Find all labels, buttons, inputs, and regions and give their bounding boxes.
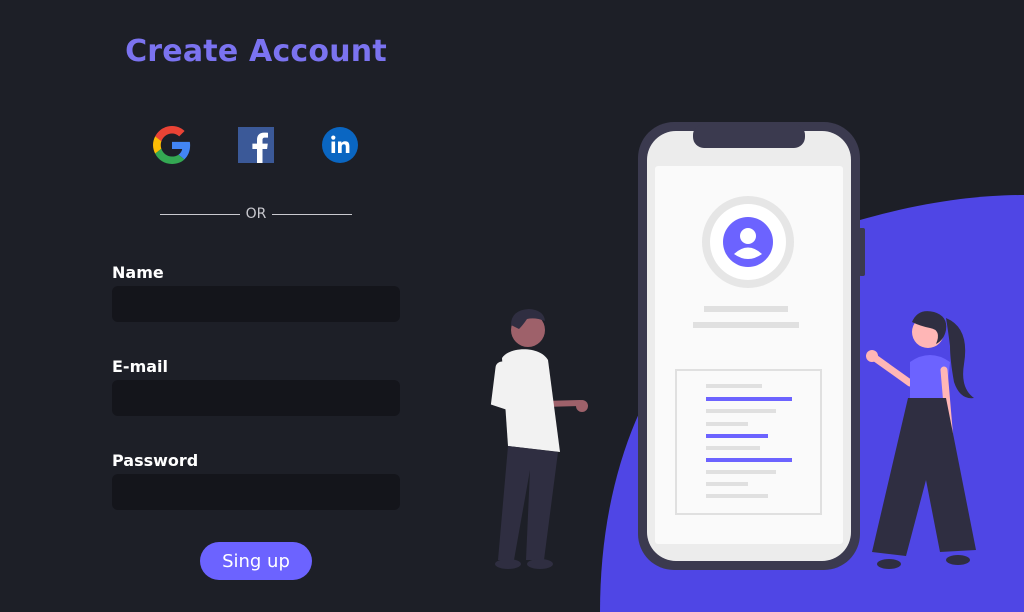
email-input[interactable] [112, 380, 400, 416]
divider-line-left [160, 213, 240, 215]
name-label: Name [112, 263, 164, 282]
linkedin-icon [322, 127, 358, 163]
divider-line-right [272, 213, 352, 215]
google-icon [153, 126, 191, 164]
password-label: Password [112, 451, 199, 470]
linkedin-login-button[interactable] [321, 126, 359, 164]
signup-button[interactable]: Sing up [200, 542, 312, 580]
page-title: Create Account [125, 34, 387, 69]
password-input[interactable] [112, 474, 400, 510]
facebook-login-button[interactable] [237, 126, 275, 164]
or-divider: OR [160, 204, 352, 224]
phone [638, 122, 865, 570]
man-figure [490, 309, 588, 569]
divider-text: OR [245, 206, 267, 222]
facebook-icon [238, 127, 274, 163]
google-login-button[interactable] [153, 126, 191, 164]
email-label: E-mail [112, 357, 169, 376]
signup-illustration [490, 122, 1024, 612]
name-input[interactable] [112, 286, 400, 322]
social-login-row [0, 126, 512, 166]
